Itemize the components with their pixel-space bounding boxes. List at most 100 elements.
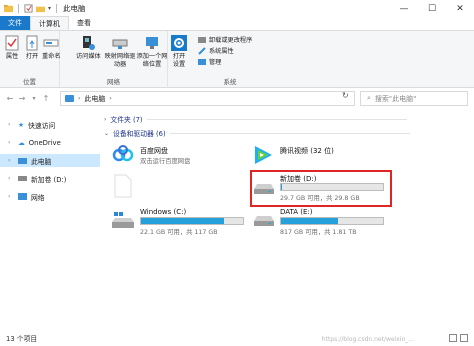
new-folder-qa-icon[interactable] xyxy=(36,4,45,13)
explorer-app-icon xyxy=(4,4,13,13)
title-bar: ▾ 此电脑 — ☐ ✕ xyxy=(0,0,474,17)
item-count: 13 个项目 xyxy=(6,335,38,343)
up-arrow-icon[interactable]: ↑ xyxy=(40,94,52,103)
qa-dropdown-icon[interactable]: ▾ xyxy=(48,5,51,12)
properties-button[interactable]: 属性 xyxy=(4,35,20,61)
nav-this-pc[interactable]: › 此电脑 xyxy=(0,154,100,167)
star-icon: ★ xyxy=(18,120,25,129)
open-button[interactable]: 打开 xyxy=(24,35,40,61)
large-icons-view-icon[interactable] xyxy=(460,334,468,342)
section-folders[interactable]: › 文件夹 (7) xyxy=(104,114,407,124)
hard-drive-icon xyxy=(254,216,274,226)
expand-icon[interactable]: › xyxy=(8,193,14,200)
expand-icon[interactable]: › xyxy=(8,157,14,164)
properties-label: 属性 xyxy=(5,53,19,60)
refresh-icon[interactable]: ↻ xyxy=(342,91,349,100)
details-view-icon[interactable] xyxy=(449,334,457,342)
system-properties-button[interactable]: 系统属性 xyxy=(198,46,234,55)
search-box[interactable]: ⌕ 搜索"此电脑" xyxy=(360,91,468,106)
ribbon-group-system: 打开设置 卸载或更改程序 系统属性 管理 系统 xyxy=(168,31,292,88)
nav-onedrive[interactable]: › ☁ OneDrive xyxy=(0,136,100,149)
device-description: 双击运行百度网盘 xyxy=(140,158,191,165)
search-icon: ⌕ xyxy=(367,94,371,102)
access-media-button[interactable]: 访问媒体 xyxy=(76,35,101,61)
uninstall-program-button[interactable]: 卸载或更改程序 xyxy=(198,35,252,44)
drive-icon xyxy=(18,176,27,181)
tencent-video-icon xyxy=(255,146,272,164)
address-bar[interactable]: › 此电脑 › xyxy=(60,91,355,106)
watermark-text: https://blog.csdn.net/weixin_... xyxy=(321,336,414,343)
nav-label: 新加卷 (D:) xyxy=(31,175,67,184)
group-label-system: 系统 xyxy=(223,78,237,86)
collapse-icon[interactable]: › xyxy=(104,116,106,123)
rename-label: 重命名 xyxy=(42,53,61,60)
expand-icon[interactable]: › xyxy=(8,121,14,128)
properties-icon xyxy=(5,35,19,51)
nav-network[interactable]: › 网络 xyxy=(0,190,100,203)
device-name: DATA (E:) xyxy=(280,208,313,216)
disk-usage-fill xyxy=(141,218,224,224)
section-folders-label: 文件夹 (7) xyxy=(110,116,143,124)
collapse-icon[interactable]: ⌄ xyxy=(104,130,109,137)
minimize-button[interactable]: — xyxy=(390,0,418,17)
baidu-netdisk-icon xyxy=(112,145,134,162)
gear-icon xyxy=(171,35,187,51)
device-tencent-video[interactable]: 腾讯视频 (32 位) xyxy=(250,144,390,168)
content-area: › 文件夹 (7) ⌄ 设备和驱动器 (6) 百度网盘 双击运行百度网盘 腾讯视… xyxy=(100,108,474,330)
map-network-drive-button[interactable]: 映射网络驱动器 xyxy=(104,35,136,69)
expand-icon[interactable]: › xyxy=(8,139,14,146)
access-media-label: 访问媒体 xyxy=(76,53,101,60)
nav-quick-access[interactable]: › ★ 快速访问 xyxy=(0,118,100,131)
ribbon: 属性 打开 重命名 位置 访问媒体 映射网络驱动器 添加一个网络位置 网络 打开… xyxy=(0,31,474,88)
nav-label: 快速访问 xyxy=(28,121,56,130)
rename-icon xyxy=(43,39,59,47)
properties-qa-icon[interactable] xyxy=(24,4,33,13)
add-network-location-button[interactable]: 添加一个网络位置 xyxy=(136,35,168,69)
expand-icon[interactable]: › xyxy=(8,175,14,182)
open-label: 打开 xyxy=(25,53,39,60)
device-baidu-netdisk[interactable]: 百度网盘 双击运行百度网盘 xyxy=(110,144,240,168)
view-toggle xyxy=(449,334,468,342)
disk-usage-fill xyxy=(281,218,339,224)
highlight-box xyxy=(250,170,392,207)
nav-new-volume[interactable]: › 新加卷 (D:) xyxy=(0,172,100,185)
tab-view[interactable]: 查看 xyxy=(69,16,99,30)
device-name: 腾讯视频 (32 位) xyxy=(280,147,334,155)
blank-file-icon xyxy=(114,174,132,198)
breadcrumb-separator-icon[interactable]: › xyxy=(78,95,80,102)
device-unnamed-file[interactable] xyxy=(114,174,134,200)
ribbon-group-network: 访问媒体 映射网络驱动器 添加一个网络位置 网络 xyxy=(60,31,168,88)
ribbon-group-location: 属性 打开 重命名 位置 xyxy=(0,31,61,88)
manage-button[interactable]: 管理 xyxy=(198,57,221,66)
device-windows-c[interactable]: Windows (C:) 22.1 GB 可用，共 117 GB xyxy=(110,208,250,238)
close-button[interactable]: ✕ xyxy=(446,0,474,17)
network-drive-icon xyxy=(112,39,128,49)
window-title: 此电脑 xyxy=(63,4,86,13)
recent-locations-icon[interactable]: ▾ xyxy=(28,95,40,102)
device-name: 百度网盘 xyxy=(140,147,168,155)
section-devices[interactable]: ⌄ 设备和驱动器 (6) xyxy=(104,128,410,138)
windows-drive-icon xyxy=(112,212,134,228)
tab-file[interactable]: 文件 xyxy=(0,16,30,30)
status-bar: 13 个项目 https://blog.csdn.net/weixin_... xyxy=(0,330,474,346)
nav-label: 此电脑 xyxy=(31,157,52,166)
tab-computer[interactable]: 计算机 xyxy=(30,16,69,30)
computer-icon xyxy=(65,95,74,102)
disk-free-space: 22.1 GB 可用，共 117 GB xyxy=(140,229,218,236)
group-label-location: 位置 xyxy=(23,78,36,86)
breadcrumb-this-pc[interactable]: 此电脑 xyxy=(84,94,105,104)
manage-label: 管理 xyxy=(209,59,222,66)
network-location-icon xyxy=(146,37,158,49)
device-data-e[interactable]: DATA (E:) 817 GB 可用，共 1.81 TB xyxy=(254,208,390,238)
section-devices-label: 设备和驱动器 (6) xyxy=(113,130,166,138)
open-settings-button[interactable]: 打开设置 xyxy=(170,35,188,69)
group-label-network: 网络 xyxy=(107,78,120,86)
forward-arrow-icon[interactable]: → xyxy=(16,94,28,103)
back-arrow-icon[interactable]: ← xyxy=(4,94,16,103)
rename-button[interactable]: 重命名 xyxy=(42,35,61,61)
breadcrumb-chevron-icon[interactable]: › xyxy=(109,95,111,102)
navigation-bar: ← → ▾ ↑ › 此电脑 › ↻ ⌕ 搜索"此电脑" xyxy=(0,88,474,108)
system-properties-icon xyxy=(198,46,206,55)
map-network-drive-label: 映射网络驱动器 xyxy=(104,53,136,68)
maximize-button[interactable]: ☐ xyxy=(418,0,446,17)
